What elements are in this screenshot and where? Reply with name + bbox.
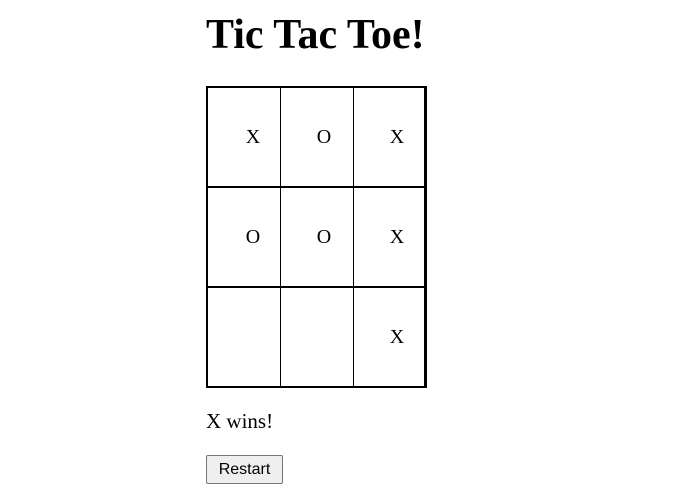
game-status: X wins! xyxy=(206,409,274,433)
board-cell-r2-c1[interactable]: O xyxy=(208,188,281,288)
cell-mark: X xyxy=(389,126,405,148)
restart-button[interactable]: Restart xyxy=(206,455,283,484)
board-cell-r3-c2[interactable] xyxy=(281,288,354,386)
page-title: Tic Tac Toe! xyxy=(206,12,425,58)
game-board: X O X O O X X xyxy=(206,86,427,388)
board-cell-r2-c2[interactable]: O xyxy=(281,188,354,288)
board-cell-r1-c2[interactable]: O xyxy=(281,88,354,188)
board-cell-r3-c1[interactable] xyxy=(208,288,281,386)
board-cell-r2-c3[interactable]: X xyxy=(354,188,425,288)
cell-mark: X xyxy=(389,226,405,248)
cell-mark: X xyxy=(245,126,261,148)
cell-mark: O xyxy=(316,126,332,148)
board-cell-r3-c3[interactable]: X xyxy=(354,288,425,386)
board-cell-r1-c1[interactable]: X xyxy=(208,88,281,188)
cell-mark: O xyxy=(316,226,332,248)
cell-mark: X xyxy=(389,326,405,348)
board-cell-r1-c3[interactable]: X xyxy=(354,88,425,188)
cell-mark: O xyxy=(245,226,261,248)
